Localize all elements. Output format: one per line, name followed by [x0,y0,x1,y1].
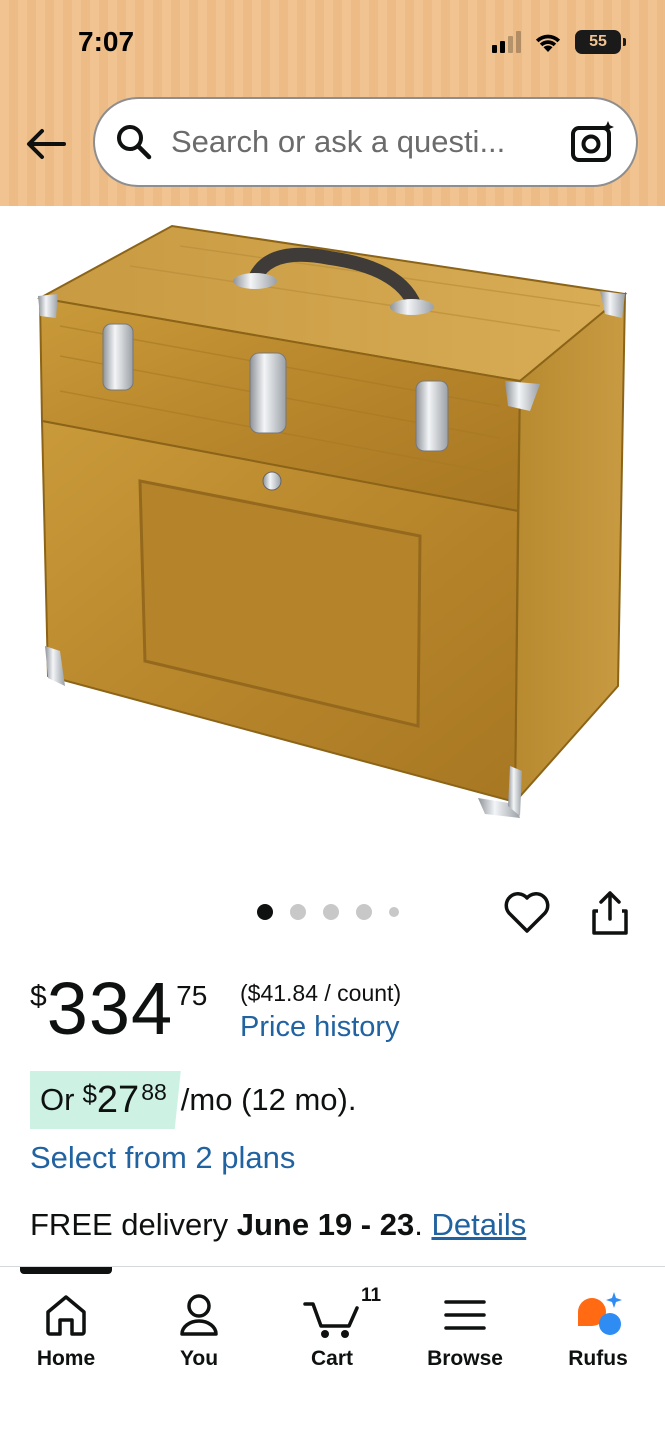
person-icon [180,1294,218,1336]
nav-browse[interactable]: Browse [405,1285,525,1371]
wifi-icon [535,34,561,52]
delivery-details-link[interactable]: Details [431,1207,526,1242]
active-tab-indicator [20,1267,112,1274]
select-plans-link[interactable]: Select from 2 plans [30,1140,295,1176]
cellular-signal-icon [492,31,521,53]
product-price: $ 334 75 [30,968,207,1050]
price-currency: $ [30,980,47,1013]
nav-cart[interactable]: 11 Cart [272,1285,392,1371]
back-arrow-icon [27,129,66,159]
price-history-link[interactable]: Price history [240,1011,400,1044]
nav-home-label: Home [36,1347,96,1370]
monthly-cents: 88 [141,1079,167,1105]
carousel-dot[interactable] [257,904,273,920]
delivery-info: FREE delivery June 19 - 23. Details [30,1207,526,1243]
monthly-amount: 27 [96,1078,140,1121]
status-icons: 55 [492,30,626,54]
price-fraction: 75 [176,980,208,1011]
nav-you-label: You [179,1347,219,1370]
cart-count-badge: 11 [361,1285,382,1306]
monthly-suffix: /mo (12 mo). [180,1082,357,1117]
search-bar[interactable] [93,97,638,187]
nav-you[interactable]: You [139,1285,259,1371]
status-time: 7:07 [78,26,135,57]
product-image[interactable] [0,206,665,866]
unit-price: ($41.84 / count) [240,980,402,1006]
delivery-prefix: FREE delivery [30,1207,229,1242]
rufus-icon [578,1292,622,1335]
menu-icon [444,1300,486,1330]
nav-rufus[interactable]: Rufus [538,1285,658,1371]
search-icon [117,125,152,160]
carousel-dot[interactable] [290,904,306,920]
cart-icon [303,1302,359,1338]
monthly-prefix: Or [40,1082,75,1117]
delivery-separator: . [414,1207,423,1242]
nav-cart-label: Cart [310,1347,353,1370]
heart-icon [504,892,550,933]
monthly-badge: Or $ 27 88 [30,1071,181,1129]
back-button[interactable] [22,120,70,168]
monthly-payment: Or $ 27 88 /mo (12 mo). [30,1071,357,1129]
carousel-dot[interactable] [323,904,339,920]
nav-home[interactable]: Home [6,1285,126,1371]
nav-rufus-label: Rufus [568,1347,628,1370]
camera-search-icon[interactable] [570,120,616,164]
carousel-dot[interactable] [389,907,399,917]
share-icon [592,891,628,935]
bottom-navigation: Home You 11 Cart Browse Rufus [0,1266,665,1440]
price-whole: 334 [46,967,174,1050]
search-input[interactable] [171,124,541,160]
battery-indicator: 55 [575,30,626,54]
nav-browse-label: Browse [427,1347,503,1370]
header: 7:07 55 [0,0,665,206]
image-carousel-dots[interactable] [257,904,399,920]
share-button[interactable] [589,889,631,942]
monthly-currency: $ [82,1079,97,1109]
delivery-dates: June 19 - 23 [236,1207,415,1242]
wishlist-button[interactable] [503,889,551,940]
carousel-dot[interactable] [356,904,372,920]
home-icon [46,1295,86,1336]
